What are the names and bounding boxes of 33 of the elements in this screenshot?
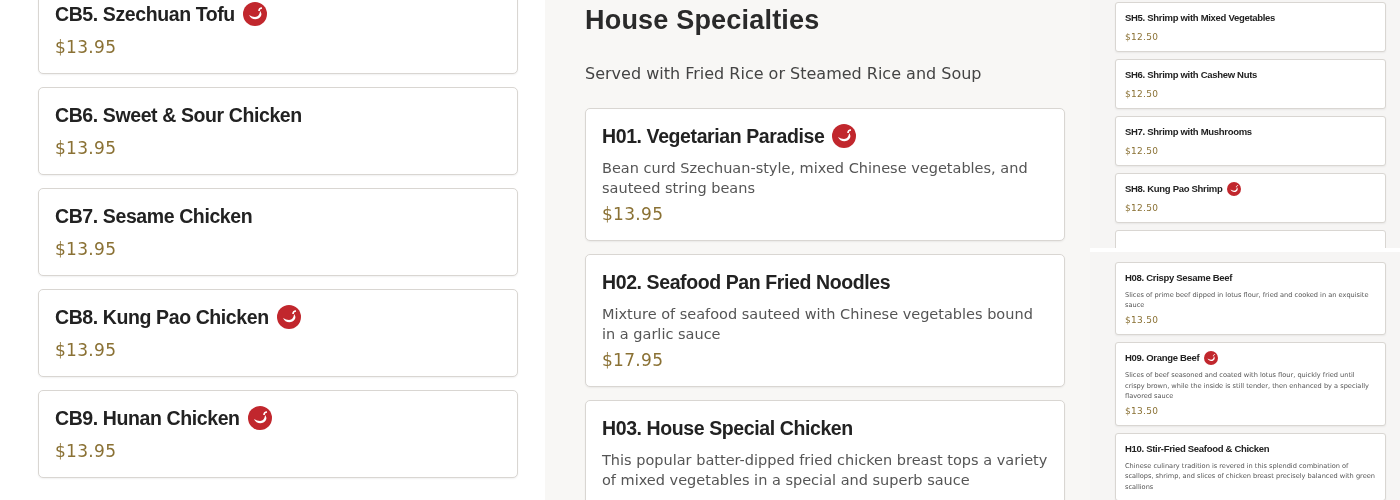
dish-price: $13.95 bbox=[602, 203, 665, 227]
dish-price: $12.50 bbox=[1125, 202, 1160, 214]
dish-name: SH8. Kung Pao Shrimp bbox=[1125, 182, 1223, 196]
dish-name: CB6. Sweet & Sour Chicken bbox=[55, 103, 302, 128]
section-subtitle: Served with Fried Rice or Steamed Rice and Soup bbox=[585, 63, 983, 85]
dish-name: CB5. Szechuan Tofu bbox=[55, 2, 235, 27]
dish-description: Bean curd Szechuan-style, mixed Chinese vegetables, and sauteed string beans bbox=[602, 159, 1029, 198]
dish-price: $13.95 bbox=[55, 137, 118, 160]
dish-price: $13.50 bbox=[1125, 314, 1160, 327]
dish-price: $13.95 bbox=[55, 238, 118, 261]
dish-name: H03. House Special Chicken bbox=[602, 416, 853, 442]
dish-name: H09. Orange Beef bbox=[1125, 351, 1200, 366]
section-heading: House Specialties bbox=[585, 4, 821, 37]
dish-name: H02. Seafood Pan Fried Noodles bbox=[602, 270, 891, 296]
dish-price: $13.95 bbox=[55, 339, 118, 362]
dish-price: $12.50 bbox=[1125, 88, 1160, 100]
dish-name: CB9. Hunan Chicken bbox=[55, 406, 240, 431]
dish-price: $13.95 bbox=[55, 36, 118, 59]
dish-description: Mixture of seafood sauteed with Chinese vegetables bound in a garlic sauce bbox=[602, 305, 1034, 344]
dish-name: SH6. Shrimp with Cashew Nuts bbox=[1125, 68, 1257, 82]
dish-price: $17.95 bbox=[602, 349, 665, 373]
dish-name: CB7. Sesame Chicken bbox=[55, 204, 253, 229]
dish-name: H01. Vegetarian Paradise bbox=[602, 124, 825, 149]
dish-price: $13.95 bbox=[55, 440, 118, 463]
dish-name: CB8. Kung Pao Chicken bbox=[55, 305, 269, 330]
dish-name: H10. Stir-Fried Seafood & Chicken bbox=[1125, 442, 1270, 457]
dish-price: $12.50 bbox=[1125, 31, 1160, 43]
dish-name: H08. Crispy Sesame Beef bbox=[1125, 271, 1233, 285]
dish-name: SH5. Shrimp with Mixed Vegetables bbox=[1125, 11, 1276, 25]
dish-price: $13.50 bbox=[1125, 405, 1160, 418]
dish-price: $12.50 bbox=[1125, 145, 1160, 157]
dish-description: This popular batter-dipped fried chicken breast tops a variety of mixed vegetables in a special and superb sauce bbox=[602, 451, 1048, 490]
dish-name: SH7. Shrimp with Mushrooms bbox=[1125, 125, 1252, 139]
